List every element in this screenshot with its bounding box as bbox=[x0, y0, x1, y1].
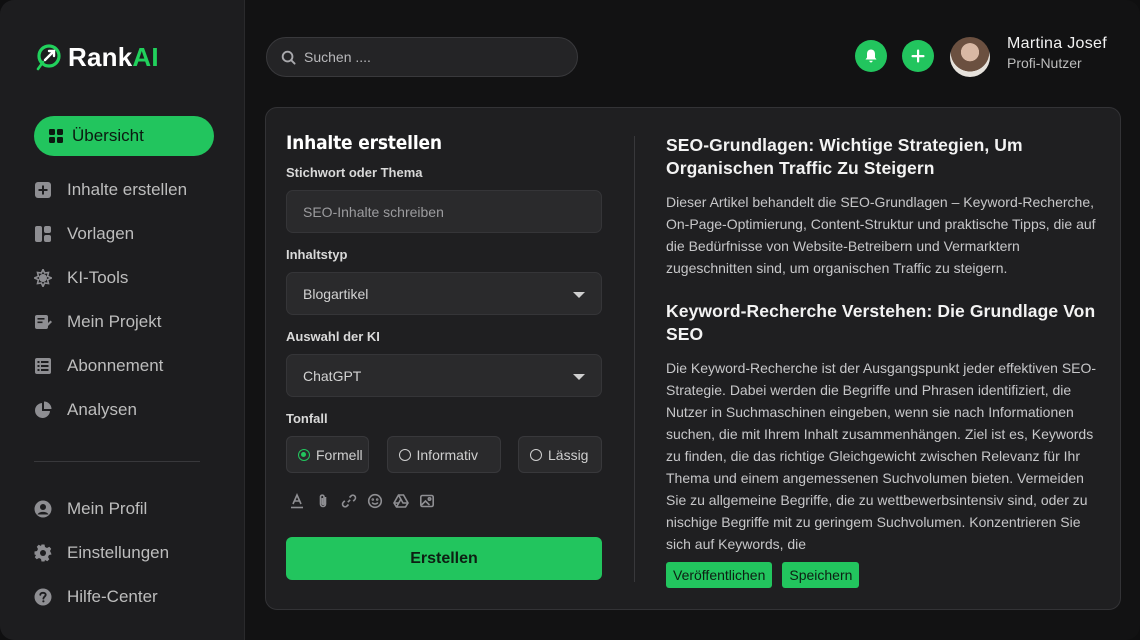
save-button[interactable]: Speichern bbox=[782, 562, 860, 588]
tone-option-formal[interactable]: Formell bbox=[286, 436, 369, 473]
notifications-button[interactable] bbox=[855, 40, 887, 72]
sidebar-divider bbox=[34, 461, 200, 462]
sidebar-item-settings[interactable]: Einstellungen bbox=[34, 533, 214, 573]
ai-tools-icon bbox=[34, 269, 52, 287]
user-icon bbox=[34, 500, 52, 518]
secondary-nav: Mein Profil Einstellungen Hilfe-Center bbox=[0, 489, 214, 621]
sidebar-item-ai-tools[interactable]: KI-Tools bbox=[34, 258, 214, 298]
ai-select-label: Auswahl der KI bbox=[286, 329, 380, 344]
content-type-label: Inhaltstyp bbox=[286, 247, 348, 262]
sidebar-item-my-profile[interactable]: Mein Profil bbox=[34, 489, 214, 529]
sidebar-item-help-center[interactable]: Hilfe-Center bbox=[34, 577, 214, 617]
sidebar-item-templates[interactable]: Vorlagen bbox=[34, 214, 214, 254]
tone-option-label: Informativ bbox=[416, 446, 478, 463]
bell-icon bbox=[865, 49, 877, 63]
drive-icon[interactable] bbox=[392, 492, 410, 510]
radio-icon bbox=[530, 448, 542, 461]
layout-icon bbox=[34, 225, 52, 243]
search-input[interactable] bbox=[304, 49, 544, 65]
keyword-label: Stichwort oder Thema bbox=[286, 165, 423, 180]
panel-divider bbox=[634, 136, 635, 582]
sidebar-item-label: Übersicht bbox=[72, 126, 144, 145]
generated-article: SEO-Grundlagen: Wichtige Strategien, Um … bbox=[666, 134, 1106, 588]
sidebar-item-analytics[interactable]: Analysen bbox=[34, 390, 214, 430]
ai-select[interactable]: ChatGPT bbox=[286, 354, 602, 397]
sidebar-item-label: Hilfe-Center bbox=[67, 587, 158, 606]
content-card: Inhalte erstellen Stichwort oder Thema S… bbox=[265, 107, 1121, 610]
link-icon[interactable] bbox=[340, 492, 358, 510]
article-paragraph-1: Dieser Artikel behandelt die SEO-Grundla… bbox=[666, 194, 1096, 276]
pie-chart-icon bbox=[34, 401, 52, 419]
add-button[interactable] bbox=[902, 40, 934, 72]
tone-options: Formell Informativ Lässig bbox=[286, 436, 602, 473]
sidebar-item-label: Einstellungen bbox=[67, 543, 170, 562]
tone-option-label: Lässig bbox=[548, 446, 589, 463]
attachment-icon[interactable] bbox=[314, 492, 332, 510]
sidebar-item-label: Vorlagen bbox=[67, 224, 135, 243]
article-actions: Veröffentlichen Speichern bbox=[666, 562, 1106, 588]
article-paragraph-2: Die Keyword-Recherche ist der Ausgangspu… bbox=[666, 360, 1097, 552]
primary-nav: Übersicht Inhalte erstellen Vorlagen KI-… bbox=[0, 116, 244, 430]
keyword-input[interactable]: SEO-Inhalte schreiben bbox=[286, 190, 602, 233]
logo-text-rank: Rank bbox=[68, 41, 133, 72]
image-icon[interactable] bbox=[418, 492, 436, 510]
editor-toolbar bbox=[286, 492, 602, 510]
publish-button[interactable]: Veröffentlichen bbox=[666, 562, 773, 588]
help-icon bbox=[34, 588, 52, 606]
text-format-icon[interactable] bbox=[288, 492, 306, 510]
create-button[interactable]: Erstellen bbox=[286, 537, 602, 580]
logo-text: RankAI bbox=[68, 42, 159, 73]
user-role: Profi-Nutzer bbox=[1007, 55, 1082, 71]
edit-note-icon bbox=[34, 313, 52, 331]
sidebar-item-overview[interactable]: Übersicht bbox=[34, 116, 214, 156]
article-heading-2: Keyword-Recherche Verstehen: Die Grundla… bbox=[666, 301, 1096, 344]
list-icon bbox=[34, 357, 52, 375]
main-area: Martina Josef Profi-Nutzer Inhalte erste… bbox=[245, 0, 1140, 640]
sidebar-item-create-content[interactable]: Inhalte erstellen bbox=[34, 170, 214, 210]
logo[interactable]: RankAI bbox=[34, 40, 244, 74]
tone-option-casual[interactable]: Lässig bbox=[518, 436, 602, 473]
article-heading-1: SEO-Grundlagen: Wichtige Strategien, Um … bbox=[666, 135, 1023, 178]
sidebar-item-label: KI-Tools bbox=[67, 268, 129, 287]
search-icon bbox=[281, 50, 296, 65]
search-bar[interactable] bbox=[266, 37, 578, 77]
form-title: Inhalte erstellen bbox=[286, 132, 442, 154]
sidebar-item-label: Abonnement bbox=[67, 356, 164, 375]
plus-square-icon bbox=[34, 181, 52, 199]
sidebar-item-label: Inhalte erstellen bbox=[67, 180, 188, 199]
sidebar: RankAI Übersicht Inhalte erstellen Vorla… bbox=[0, 0, 245, 640]
avatar[interactable] bbox=[950, 37, 990, 77]
radio-icon bbox=[398, 448, 411, 461]
sidebar-item-label: Analysen bbox=[67, 400, 137, 419]
emoji-icon[interactable] bbox=[366, 492, 384, 510]
content-type-select[interactable]: Blogartikel bbox=[286, 272, 602, 315]
tone-option-informative[interactable]: Informativ bbox=[386, 436, 501, 473]
sidebar-item-label: Mein Projekt bbox=[67, 312, 162, 331]
app-window: RankAI Übersicht Inhalte erstellen Vorla… bbox=[0, 0, 1140, 640]
plus-icon bbox=[911, 49, 925, 63]
rocket-logo-icon bbox=[34, 41, 66, 73]
sidebar-item-label: Mein Profil bbox=[67, 499, 148, 518]
sidebar-item-subscription[interactable]: Abonnement bbox=[34, 346, 214, 386]
gear-icon bbox=[34, 544, 52, 562]
tone-option-label: Formell bbox=[316, 446, 363, 463]
radio-icon bbox=[298, 448, 310, 461]
tone-label: Tonfall bbox=[286, 411, 328, 426]
user-name: Martina Josef bbox=[1007, 35, 1107, 52]
sidebar-item-my-project[interactable]: Mein Projekt bbox=[34, 302, 214, 342]
create-content-form: Inhalte erstellen Stichwort oder Thema S… bbox=[286, 132, 602, 580]
grid-icon bbox=[48, 127, 64, 145]
logo-text-ai: AI bbox=[132, 41, 159, 72]
